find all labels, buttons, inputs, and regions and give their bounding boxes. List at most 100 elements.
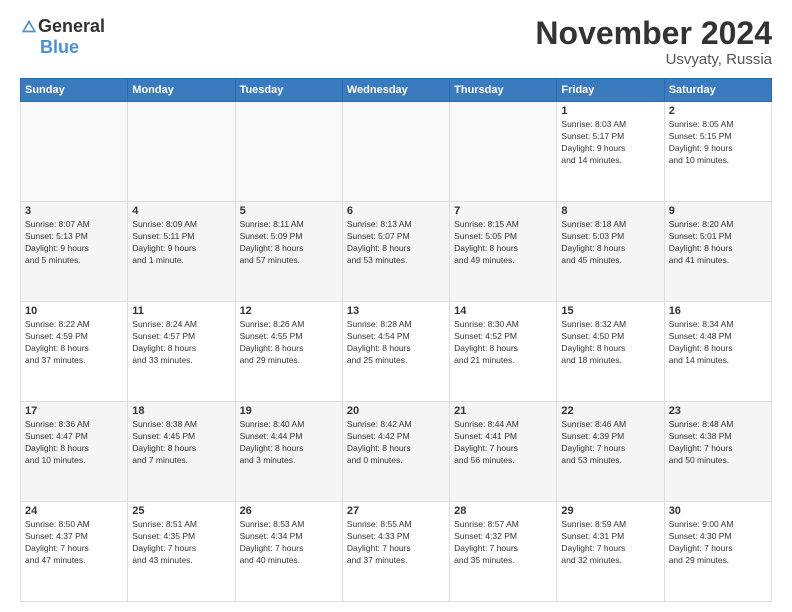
day-number: 24 [25, 505, 123, 517]
calendar-cell: 13Sunrise: 8:28 AM Sunset: 4:54 PM Dayli… [342, 302, 449, 402]
calendar-week-2: 3 Sunrise: 8:07 AM Sunset: 5:13 PM Daylig… [21, 202, 772, 302]
calendar-table: SundayMondayTuesdayWednesdayThursdayFrid… [20, 78, 772, 602]
calendar-cell: 17 Sunrise: 8:36 AM Sunset: 4:47 PM Dayli… [21, 402, 128, 502]
calendar-cell: 28 Sunrise: 8:57 AM Sunset: 4:32 PM Dayli… [450, 502, 557, 602]
day-info: Sunrise: 8:05 AM Sunset: 5:15 PM Dayligh… [669, 119, 767, 167]
day-number: 16 [669, 305, 767, 317]
day-info: Sunrise: 8:55 AM Sunset: 4:33 PM Dayligh… [347, 519, 445, 567]
day-info: Sunrise: 8:09 AM Sunset: 5:11 PM Dayligh… [132, 219, 230, 267]
calendar-cell: 16Sunrise: 8:34 AM Sunset: 4:48 PM Dayli… [664, 302, 771, 402]
header: General Blue November 2024 Usvyaty, Russ… [20, 16, 772, 68]
day-number: 13 [347, 305, 445, 317]
day-info: Sunrise: 8:46 AM Sunset: 4:39 PM Dayligh… [561, 419, 659, 467]
calendar-cell: 15Sunrise: 8:32 AM Sunset: 4:50 PM Dayli… [557, 302, 664, 402]
day-info: Sunrise: 9:00 AM Sunset: 4:30 PM Dayligh… [669, 519, 767, 567]
calendar-cell: 7Sunrise: 8:15 AM Sunset: 5:05 PM Daylig… [450, 202, 557, 302]
day-info: Sunrise: 8:13 AM Sunset: 5:07 PM Dayligh… [347, 219, 445, 267]
day-number: 29 [561, 505, 659, 517]
logo-blue: Blue [40, 37, 79, 58]
day-info: Sunrise: 8:50 AM Sunset: 4:37 PM Dayligh… [25, 519, 123, 567]
calendar-week-5: 24 Sunrise: 8:50 AM Sunset: 4:37 PM Dayli… [21, 502, 772, 602]
day-info: Sunrise: 8:53 AM Sunset: 4:34 PM Dayligh… [240, 519, 338, 567]
day-info: Sunrise: 8:40 AM Sunset: 4:44 PM Dayligh… [240, 419, 338, 467]
calendar-week-3: 10 Sunrise: 8:22 AM Sunset: 4:59 PM Dayli… [21, 302, 772, 402]
day-info: Sunrise: 8:18 AM Sunset: 5:03 PM Dayligh… [561, 219, 659, 267]
calendar-cell: 22 Sunrise: 8:46 AM Sunset: 4:39 PM Dayli… [557, 402, 664, 502]
day-number: 20 [347, 405, 445, 417]
weekday-header-sunday: Sunday [21, 79, 128, 102]
month-title: November 2024 [535, 16, 772, 51]
day-number: 15 [561, 305, 659, 317]
day-info: Sunrise: 8:36 AM Sunset: 4:47 PM Dayligh… [25, 419, 123, 467]
calendar-cell: 23 Sunrise: 8:48 AM Sunset: 4:38 PM Dayli… [664, 402, 771, 502]
calendar-cell: 26Sunrise: 8:53 AM Sunset: 4:34 PM Dayli… [235, 502, 342, 602]
calendar-cell: 6 Sunrise: 8:13 AM Sunset: 5:07 PM Daylig… [342, 202, 449, 302]
day-number: 21 [454, 405, 552, 417]
day-number: 17 [25, 405, 123, 417]
calendar-cell: 12Sunrise: 8:26 AM Sunset: 4:55 PM Dayli… [235, 302, 342, 402]
day-number: 14 [454, 305, 552, 317]
day-info: Sunrise: 8:59 AM Sunset: 4:31 PM Dayligh… [561, 519, 659, 567]
logo-general: General [38, 16, 105, 37]
weekday-header-row: SundayMondayTuesdayWednesdayThursdayFrid… [21, 79, 772, 102]
calendar-cell: 10 Sunrise: 8:22 AM Sunset: 4:59 PM Dayli… [21, 302, 128, 402]
calendar-cell: 20 Sunrise: 8:42 AM Sunset: 4:42 PM Dayli… [342, 402, 449, 502]
day-number: 6 [347, 205, 445, 217]
day-info: Sunrise: 8:07 AM Sunset: 5:13 PM Dayligh… [25, 219, 123, 267]
calendar-cell: 21Sunrise: 8:44 AM Sunset: 4:41 PM Dayli… [450, 402, 557, 502]
day-number: 25 [132, 505, 230, 517]
calendar-cell [450, 102, 557, 202]
day-number: 1 [561, 105, 659, 117]
day-number: 5 [240, 205, 338, 217]
day-number: 3 [25, 205, 123, 217]
day-number: 4 [132, 205, 230, 217]
day-info: Sunrise: 8:51 AM Sunset: 4:35 PM Dayligh… [132, 519, 230, 567]
day-number: 23 [669, 405, 767, 417]
calendar-week-1: 1Sunrise: 8:03 AM Sunset: 5:17 PM Daylig… [21, 102, 772, 202]
calendar-cell: 8 Sunrise: 8:18 AM Sunset: 5:03 PM Daylig… [557, 202, 664, 302]
day-number: 8 [561, 205, 659, 217]
day-number: 19 [240, 405, 338, 417]
logo-icon [20, 18, 38, 36]
day-number: 22 [561, 405, 659, 417]
day-number: 2 [669, 105, 767, 117]
day-info: Sunrise: 8:30 AM Sunset: 4:52 PM Dayligh… [454, 319, 552, 367]
calendar-cell: 29 Sunrise: 8:59 AM Sunset: 4:31 PM Dayli… [557, 502, 664, 602]
day-info: Sunrise: 8:26 AM Sunset: 4:55 PM Dayligh… [240, 319, 338, 367]
page: General Blue November 2024 Usvyaty, Russ… [0, 0, 792, 612]
location: Usvyaty, Russia [535, 51, 772, 68]
title-block: November 2024 Usvyaty, Russia [535, 16, 772, 68]
calendar-cell: 14 Sunrise: 8:30 AM Sunset: 4:52 PM Dayli… [450, 302, 557, 402]
weekday-header-thursday: Thursday [450, 79, 557, 102]
calendar-cell: 4 Sunrise: 8:09 AM Sunset: 5:11 PM Daylig… [128, 202, 235, 302]
day-info: Sunrise: 8:20 AM Sunset: 5:01 PM Dayligh… [669, 219, 767, 267]
calendar-cell: 24 Sunrise: 8:50 AM Sunset: 4:37 PM Dayli… [21, 502, 128, 602]
day-number: 10 [25, 305, 123, 317]
calendar-cell: 11Sunrise: 8:24 AM Sunset: 4:57 PM Dayli… [128, 302, 235, 402]
day-info: Sunrise: 8:22 AM Sunset: 4:59 PM Dayligh… [25, 319, 123, 367]
day-info: Sunrise: 8:42 AM Sunset: 4:42 PM Dayligh… [347, 419, 445, 467]
day-number: 18 [132, 405, 230, 417]
calendar-cell [128, 102, 235, 202]
calendar-cell [235, 102, 342, 202]
weekday-header-monday: Monday [128, 79, 235, 102]
calendar-cell: 30 Sunrise: 9:00 AM Sunset: 4:30 PM Dayli… [664, 502, 771, 602]
weekday-header-wednesday: Wednesday [342, 79, 449, 102]
calendar-cell: 2 Sunrise: 8:05 AM Sunset: 5:15 PM Daylig… [664, 102, 771, 202]
calendar-cell: 3 Sunrise: 8:07 AM Sunset: 5:13 PM Daylig… [21, 202, 128, 302]
day-info: Sunrise: 8:48 AM Sunset: 4:38 PM Dayligh… [669, 419, 767, 467]
calendar-cell: 9Sunrise: 8:20 AM Sunset: 5:01 PM Daylig… [664, 202, 771, 302]
calendar-cell: 18Sunrise: 8:38 AM Sunset: 4:45 PM Dayli… [128, 402, 235, 502]
day-number: 27 [347, 505, 445, 517]
day-info: Sunrise: 8:15 AM Sunset: 5:05 PM Dayligh… [454, 219, 552, 267]
calendar-cell [21, 102, 128, 202]
day-number: 30 [669, 505, 767, 517]
day-number: 11 [132, 305, 230, 317]
weekday-header-saturday: Saturday [664, 79, 771, 102]
logo: General Blue [20, 16, 105, 58]
day-number: 28 [454, 505, 552, 517]
day-info: Sunrise: 8:11 AM Sunset: 5:09 PM Dayligh… [240, 219, 338, 267]
calendar-cell: 1Sunrise: 8:03 AM Sunset: 5:17 PM Daylig… [557, 102, 664, 202]
weekday-header-friday: Friday [557, 79, 664, 102]
day-info: Sunrise: 8:57 AM Sunset: 4:32 PM Dayligh… [454, 519, 552, 567]
